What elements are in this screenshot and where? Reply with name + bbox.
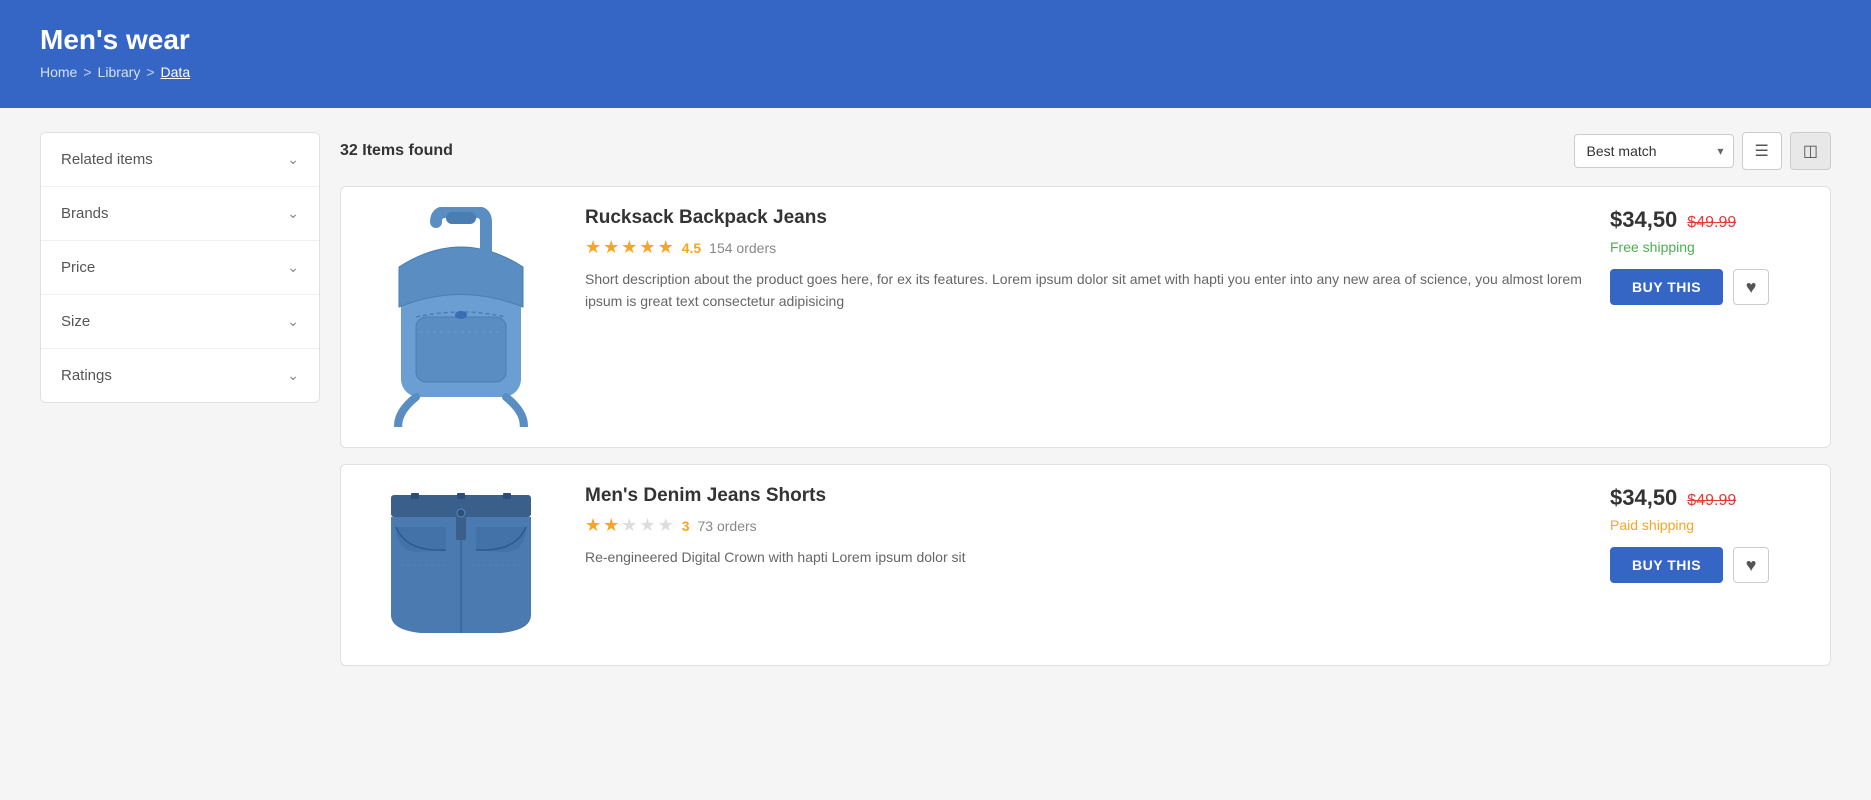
product-image-backpack	[361, 207, 561, 427]
price-original-1: $49.99	[1687, 214, 1736, 232]
chevron-down-icon-size: ⌄	[287, 313, 299, 330]
main-layout: Related items ⌄ Brands ⌄ Price ⌄ Size ⌄ …	[0, 108, 1871, 706]
filter-label-size: Size	[61, 313, 90, 330]
orders-count-2: 73 orders	[698, 518, 757, 534]
product-name-1: Rucksack Backpack Jeans	[585, 207, 1586, 229]
star-2-4: ★	[639, 515, 655, 536]
breadcrumb-home[interactable]: Home	[40, 64, 77, 80]
chevron-down-icon-price: ⌄	[287, 259, 299, 276]
price-row-2: $34,50 $49.99	[1610, 485, 1736, 511]
content-header: 32 Items found Best match Price: Low to …	[340, 132, 1831, 170]
orders-count-1: 154 orders	[709, 240, 776, 256]
product-description-1: Short description about the product goes…	[585, 268, 1586, 313]
star-1-4: ★	[639, 237, 655, 258]
breadcrumb-sep-2: >	[146, 64, 154, 80]
product-description-2: Re-engineered Digital Crown with hapti L…	[585, 546, 1586, 568]
filter-ratings[interactable]: Ratings ⌄	[41, 349, 319, 402]
filter-related-items[interactable]: Related items ⌄	[41, 133, 319, 187]
star-1-5: ★	[658, 237, 674, 258]
shorts-image	[371, 485, 551, 645]
header-bar: Men's wear Home > Library > Data	[0, 0, 1871, 108]
product-pricing-1: $34,50 $49.99 Free shipping BUY THIS ♥	[1610, 207, 1810, 427]
price-original-2: $49.99	[1687, 492, 1736, 510]
rating-value-1: 4.5	[682, 240, 701, 256]
chevron-down-icon-ratings: ⌄	[287, 367, 299, 384]
chevron-down-icon-related: ⌄	[287, 151, 299, 168]
shipping-label-2: Paid shipping	[1610, 517, 1694, 533]
star-1-3: ★	[621, 237, 637, 258]
star-2-1: ★	[585, 515, 601, 536]
product-card-2: Men's Denim Jeans Shorts ★ ★ ★ ★ ★ 3 73 …	[340, 464, 1831, 666]
sort-controls: Best match Price: Low to High Price: Hig…	[1574, 132, 1831, 170]
stars-1: ★ ★ ★ ★ ★	[585, 237, 674, 258]
price-row-1: $34,50 $49.99	[1610, 207, 1736, 233]
filter-label-ratings: Ratings	[61, 367, 112, 384]
wishlist-button-2[interactable]: ♥	[1733, 547, 1769, 583]
content-area: 32 Items found Best match Price: Low to …	[340, 132, 1831, 682]
rating-row-1: ★ ★ ★ ★ ★ 4.5 154 orders	[585, 237, 1586, 258]
wishlist-button-1[interactable]: ♥	[1733, 269, 1769, 305]
product-card-1: Rucksack Backpack Jeans ★ ★ ★ ★ ★ 4.5 15…	[340, 186, 1831, 448]
stars-2: ★ ★ ★ ★ ★	[585, 515, 674, 536]
star-2-2: ★	[603, 515, 619, 536]
rating-row-2: ★ ★ ★ ★ ★ 3 73 orders	[585, 515, 1586, 536]
view-grid-button[interactable]: ◫	[1790, 132, 1831, 170]
backpack-image	[371, 207, 551, 427]
product-info-1: Rucksack Backpack Jeans ★ ★ ★ ★ ★ 4.5 15…	[585, 207, 1586, 427]
list-view-icon: ☰	[1755, 141, 1769, 161]
buy-row-1: BUY THIS ♥	[1610, 269, 1769, 305]
breadcrumb-sep-1: >	[83, 64, 91, 80]
breadcrumb-data[interactable]: Data	[161, 64, 191, 80]
filter-price[interactable]: Price ⌄	[41, 241, 319, 295]
star-1-2: ★	[603, 237, 619, 258]
sort-select-wrapper: Best match Price: Low to High Price: Hig…	[1574, 134, 1734, 168]
filter-label-brands: Brands	[61, 205, 109, 222]
star-2-5: ★	[658, 515, 674, 536]
sidebar: Related items ⌄ Brands ⌄ Price ⌄ Size ⌄ …	[40, 132, 320, 682]
view-list-button[interactable]: ☰	[1742, 132, 1782, 170]
filter-label-price: Price	[61, 259, 95, 276]
buy-row-2: BUY THIS ♥	[1610, 547, 1769, 583]
buy-button-2[interactable]: BUY THIS	[1610, 547, 1723, 583]
breadcrumb: Home > Library > Data	[40, 64, 1831, 80]
star-1-1: ★	[585, 237, 601, 258]
filter-brands[interactable]: Brands ⌄	[41, 187, 319, 241]
grid-view-icon: ◫	[1803, 141, 1818, 161]
shipping-label-1: Free shipping	[1610, 239, 1695, 255]
product-image-shorts	[361, 485, 561, 645]
buy-button-1[interactable]: BUY THIS	[1610, 269, 1723, 305]
breadcrumb-library[interactable]: Library	[98, 64, 141, 80]
heart-icon-1: ♥	[1746, 277, 1757, 298]
rating-count-2: 3	[682, 518, 690, 534]
price-current-2: $34,50	[1610, 485, 1677, 511]
product-name-2: Men's Denim Jeans Shorts	[585, 485, 1586, 507]
heart-icon-2: ♥	[1746, 555, 1757, 576]
product-info-2: Men's Denim Jeans Shorts ★ ★ ★ ★ ★ 3 73 …	[585, 485, 1586, 645]
sort-select[interactable]: Best match Price: Low to High Price: Hig…	[1574, 134, 1734, 168]
filter-card: Related items ⌄ Brands ⌄ Price ⌄ Size ⌄ …	[40, 132, 320, 403]
star-2-3: ★	[621, 515, 637, 536]
page-title: Men's wear	[40, 24, 1831, 56]
filter-label-related-items: Related items	[61, 151, 153, 168]
price-current-1: $34,50	[1610, 207, 1677, 233]
chevron-down-icon-brands: ⌄	[287, 205, 299, 222]
filter-size[interactable]: Size ⌄	[41, 295, 319, 349]
product-pricing-2: $34,50 $49.99 Paid shipping BUY THIS ♥	[1610, 485, 1810, 645]
items-found-label: 32 Items found	[340, 142, 453, 160]
